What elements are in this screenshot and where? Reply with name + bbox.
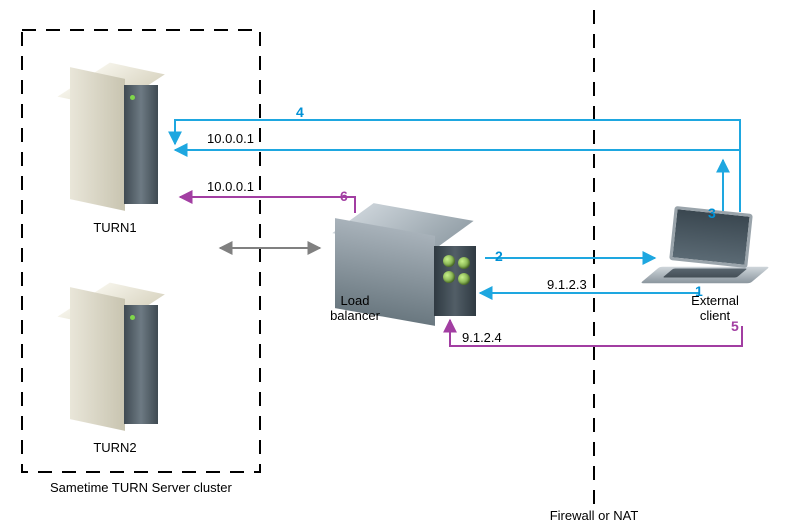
ip-flow4: 10.0.0.1: [207, 131, 254, 146]
ip-flow6: 10.0.0.1: [207, 179, 254, 194]
cluster-caption: Sametime TURN Server cluster: [50, 480, 232, 495]
server-turn2: [70, 275, 160, 425]
server-turn1: [70, 55, 160, 205]
turn1-label: TURN1: [93, 220, 136, 235]
step-3: 3: [708, 205, 716, 221]
external-client: [650, 210, 770, 300]
flow-6: [180, 197, 355, 213]
ip-flow1: 9.1.2.3: [547, 277, 587, 292]
step-2: 2: [495, 248, 503, 264]
diagram-canvas: TURN1 TURN2 Sametime TURN Server cluster…: [0, 0, 787, 526]
step-4: 4: [296, 104, 304, 120]
firewall-caption: Firewall or NAT: [550, 508, 639, 523]
lb-label: Load balancer: [330, 293, 380, 323]
step-5: 5: [731, 318, 739, 334]
ip-flow5: 9.1.2.4: [462, 330, 502, 345]
step-6: 6: [340, 188, 348, 204]
turn2-label: TURN2: [93, 440, 136, 455]
step-1: 1: [695, 283, 703, 299]
